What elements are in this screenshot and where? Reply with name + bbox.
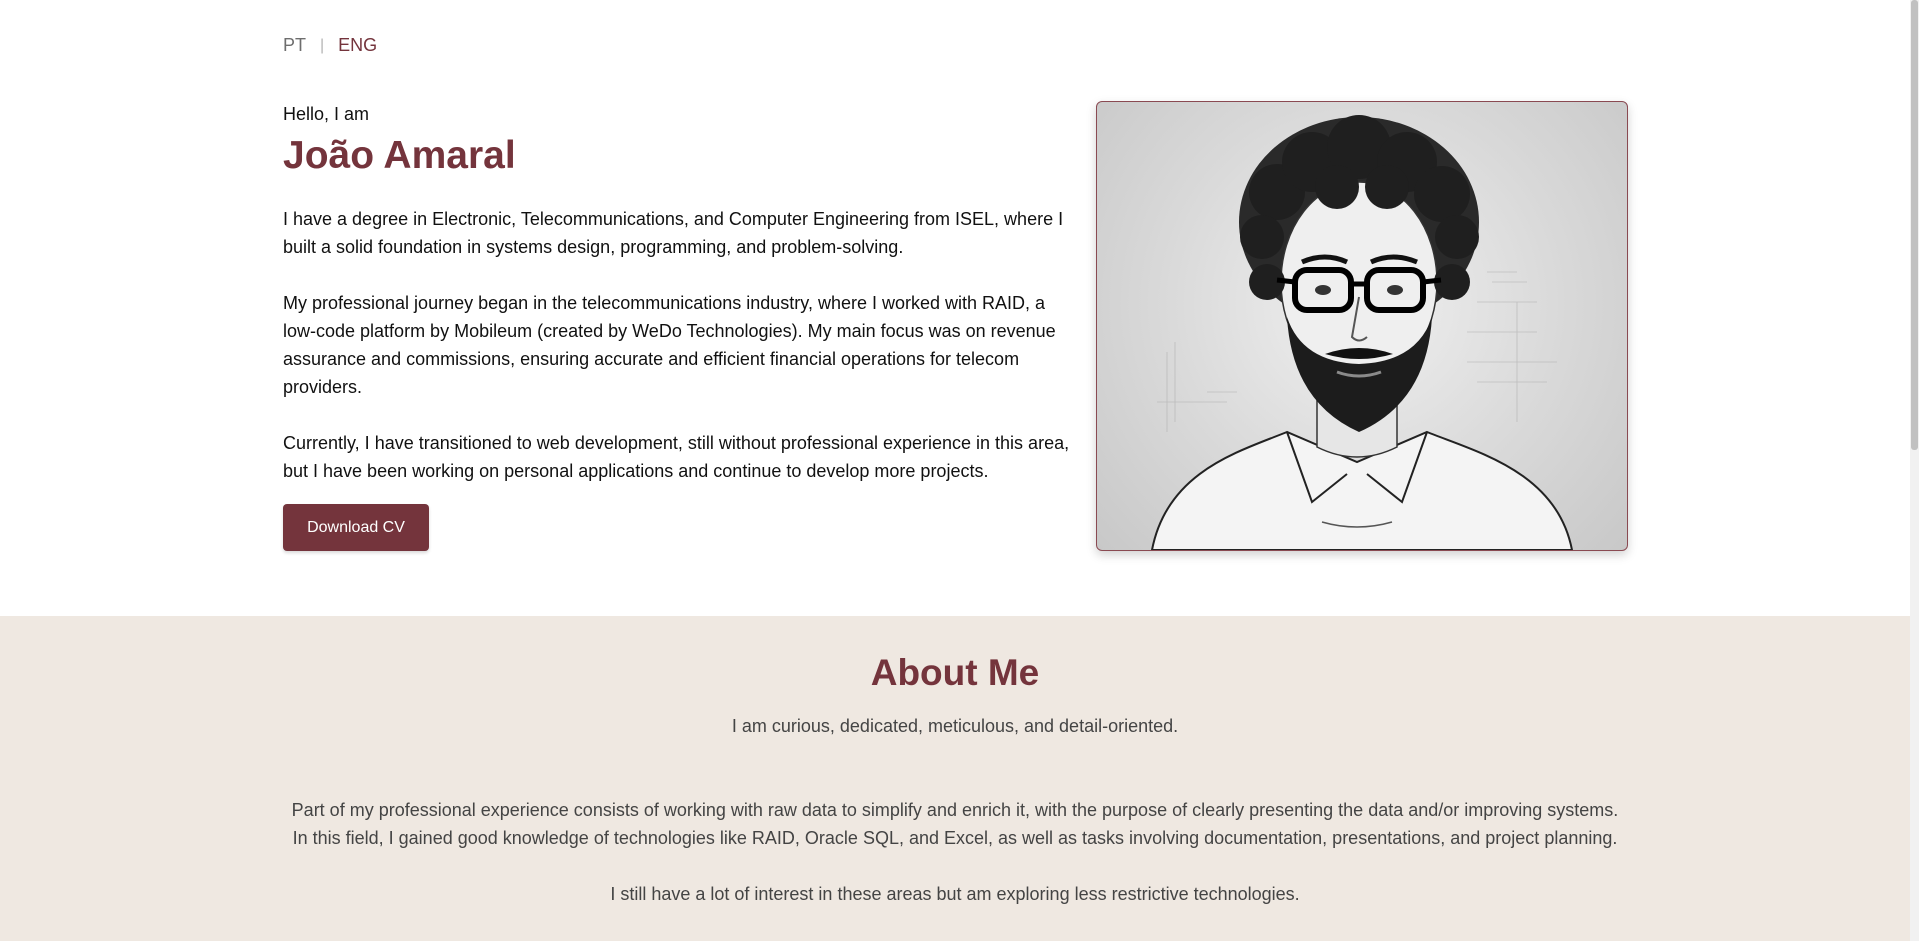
hero-name: João Amaral	[283, 134, 516, 177]
about-tagline: I am curious, dedicated, meticulous, and…	[731, 716, 1179, 736]
download-cv-button[interactable]: Download CV	[283, 504, 429, 551]
lang-eng-link[interactable]: ENG	[338, 35, 377, 56]
scrollbar-thumb[interactable]	[1911, 0, 1918, 450]
hero-intro: Hello, I am João Amaral I have a degree …	[283, 102, 1083, 485]
about-paragraph: I still have a lot of interest in these …	[610, 884, 1300, 904]
bio-paragraph: I have a degree in Electronic, Telecommu…	[283, 209, 1064, 257]
vertical-scrollbar[interactable]	[1910, 0, 1919, 941]
portrait-illustration	[1150, 115, 1574, 550]
bio-paragraph: My professional journey began in the tel…	[283, 293, 1056, 397]
about-paragraph: Part of my professional experience consi…	[291, 800, 1619, 848]
greeting-text: Hello, I am	[283, 104, 370, 124]
about-section: About Me I am curious, dedicated, meticu…	[0, 616, 1910, 941]
lang-pt-link[interactable]: PT	[283, 35, 306, 56]
profile-portrait	[1096, 101, 1628, 551]
bio-paragraph: Currently, I have transitioned to web de…	[283, 433, 1070, 481]
lang-separator: |	[320, 36, 325, 54]
page: PT | ENG Hello, I am João Amaral I have …	[0, 0, 1910, 941]
language-switch: PT | ENG	[283, 35, 377, 56]
about-title: About Me	[870, 652, 1040, 693]
